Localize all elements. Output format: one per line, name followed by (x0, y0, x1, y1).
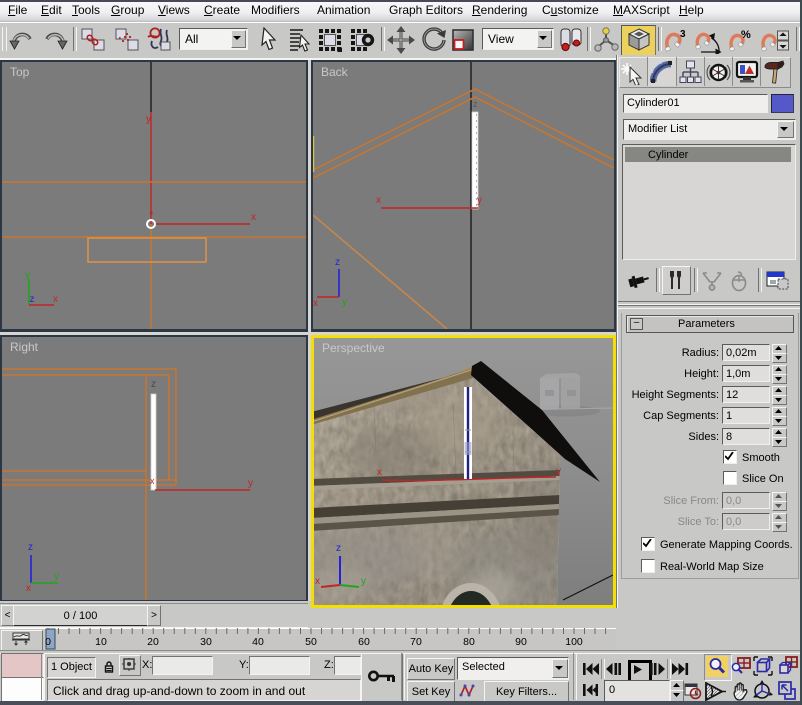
svg-text:z: z (28, 542, 33, 553)
svg-text:z: z (30, 294, 35, 305)
svg-text:x: x (376, 195, 381, 206)
svg-text:100: 100 (565, 636, 583, 648)
svg-text:Perspective: Perspective (322, 341, 385, 355)
svg-text:70: 70 (410, 636, 422, 648)
svg-text:y: y (477, 195, 482, 206)
svg-text:x: x (313, 298, 318, 309)
svg-text:x: x (251, 212, 256, 223)
svg-text:%: % (741, 29, 751, 41)
svg-text:50: 50 (305, 636, 317, 648)
svg-text:20: 20 (147, 636, 159, 648)
svg-text:60: 60 (358, 636, 370, 648)
svg-text:x: x (377, 467, 382, 478)
svg-text:Back: Back (321, 65, 349, 79)
svg-text:y: y (342, 297, 347, 308)
svg-text:z: z (473, 99, 478, 109)
svg-text:y: y (248, 478, 253, 489)
svg-text:x: x (26, 583, 31, 594)
svg-text:40: 40 (252, 636, 264, 648)
svg-text:y: y (54, 571, 59, 582)
svg-text:y: y (556, 466, 561, 477)
svg-text:30: 30 (200, 636, 212, 648)
svg-text:x: x (53, 294, 58, 305)
svg-text:z: z (335, 257, 340, 268)
svg-text:3: 3 (680, 29, 686, 40)
svg-text:z: z (151, 379, 156, 390)
svg-text:y: y (146, 114, 151, 125)
svg-text:90: 90 (515, 636, 527, 648)
svg-text:10: 10 (95, 636, 107, 648)
svg-text:x: x (150, 476, 155, 486)
svg-text:z: z (336, 543, 341, 554)
svg-text:y: y (25, 270, 30, 281)
svg-text:Right: Right (10, 340, 39, 354)
svg-text:Top: Top (10, 65, 30, 79)
svg-text:y: y (361, 576, 366, 587)
svg-text:0: 0 (45, 636, 51, 648)
svg-text:80: 80 (463, 636, 475, 648)
svg-text:x: x (315, 576, 320, 587)
